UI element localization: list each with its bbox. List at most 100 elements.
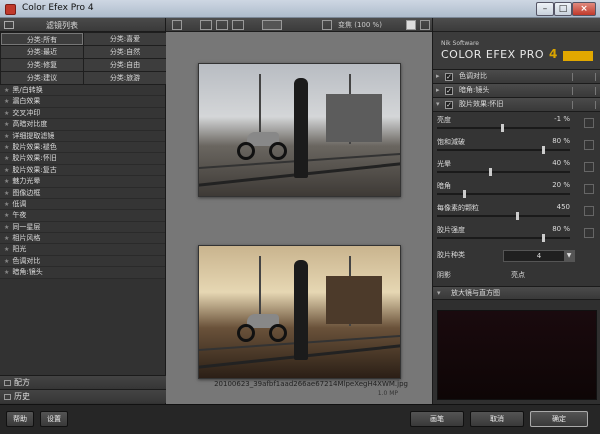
ok-button[interactable]: 确定: [530, 411, 588, 427]
close-button[interactable]: ×: [572, 2, 596, 16]
star-icon[interactable]: ★: [4, 98, 9, 105]
single-view-icon[interactable]: [200, 20, 212, 30]
preview-image-after[interactable]: [198, 245, 401, 379]
category-travel[interactable]: 分类:旅游: [84, 72, 166, 84]
control-point-icon[interactable]: [584, 162, 594, 172]
category-recent[interactable]: 分类:最近: [1, 46, 83, 58]
recipes-section[interactable]: 配方: [0, 375, 166, 389]
list-item[interactable]: ★ 低调: [0, 198, 165, 211]
star-icon[interactable]: ★: [4, 167, 9, 174]
expand-arrow-icon[interactable]: ▸: [436, 70, 440, 83]
star-icon[interactable]: ★: [4, 269, 9, 276]
star-icon[interactable]: ★: [4, 178, 9, 185]
list-item[interactable]: ★ 暗角:镜头: [0, 267, 165, 279]
film-type-select[interactable]: 4 ▼: [503, 250, 575, 262]
star-icon[interactable]: ★: [4, 224, 9, 231]
slider-track[interactable]: [437, 237, 570, 239]
zoom-icon[interactable]: [322, 20, 332, 30]
category-nature[interactable]: 分类:自然: [84, 46, 166, 58]
filter-tools-icon[interactable]: [572, 101, 596, 109]
star-icon[interactable]: ★: [4, 201, 9, 208]
filter-enable-checkbox[interactable]: ✓: [445, 73, 453, 81]
filter-enable-checkbox[interactable]: ✓: [445, 101, 453, 109]
settings-button[interactable]: 设置: [40, 411, 68, 427]
star-icon[interactable]: ★: [4, 133, 9, 140]
help-button[interactable]: 帮助: [6, 411, 34, 427]
loupe-histogram-header[interactable]: ▾ 放大镜与直方图: [433, 286, 600, 300]
category-free[interactable]: 分类:自由: [84, 59, 166, 71]
brush-button[interactable]: 画笔: [410, 411, 464, 427]
slider-track[interactable]: [437, 215, 570, 217]
loupe-icon[interactable]: [406, 20, 416, 30]
category-repair[interactable]: 分类:修复: [1, 59, 83, 71]
star-icon[interactable]: ★: [4, 110, 9, 117]
control-point-icon[interactable]: [584, 206, 594, 216]
star-icon[interactable]: ★: [4, 144, 9, 151]
category-suggested[interactable]: 分类:建议: [1, 72, 83, 84]
list-item[interactable]: ★ 魅力光晕: [0, 176, 165, 188]
control-point-icon[interactable]: [584, 228, 594, 238]
loupe-view[interactable]: [437, 310, 597, 400]
list-item[interactable]: ★ 黑/白转换: [0, 85, 165, 97]
filter-tools-icon[interactable]: [572, 87, 596, 95]
cancel-button[interactable]: 取消: [470, 411, 524, 427]
star-icon[interactable]: ★: [4, 246, 9, 253]
list-item[interactable]: ★ 阳光: [0, 244, 165, 256]
fullscreen-icon[interactable]: [420, 20, 430, 30]
list-item[interactable]: ★ 午夜: [0, 210, 165, 222]
star-icon[interactable]: ★: [4, 212, 9, 219]
list-item[interactable]: ★ 色调对比: [0, 255, 165, 268]
filter-header-tonal-contrast[interactable]: ▸ ✓ 色调对比: [433, 70, 600, 84]
preview-toolbar: 变焦 (100 %): [166, 18, 432, 32]
filter-tools-icon[interactable]: [572, 73, 596, 81]
list-item[interactable]: ★ 同一星层: [0, 221, 165, 234]
preview-image-before[interactable]: [198, 63, 401, 197]
control-point-icon[interactable]: [584, 184, 594, 194]
compare-icon[interactable]: [172, 20, 182, 30]
list-item[interactable]: ★ 胶片效果:复古: [0, 164, 165, 177]
maximize-button[interactable]: □: [554, 2, 572, 16]
collapse-arrow-icon[interactable]: ▾: [436, 98, 440, 111]
control-point-icon[interactable]: [584, 118, 594, 128]
zoom-dropdown[interactable]: 变焦 (100 %): [338, 20, 382, 30]
slider-thumb[interactable]: [542, 146, 546, 154]
control-point-icon[interactable]: [584, 140, 594, 150]
right-toolbar: [433, 18, 600, 32]
slider-thumb[interactable]: [462, 190, 466, 198]
star-icon[interactable]: ★: [4, 121, 9, 128]
list-item[interactable]: ★ 胶片效果:怀旧: [0, 153, 165, 165]
collapse-arrow-icon[interactable]: ▾: [437, 287, 441, 300]
category-favorites[interactable]: 分类:喜爱: [84, 33, 166, 45]
star-icon[interactable]: ★: [4, 190, 9, 197]
slider-thumb[interactable]: [489, 168, 493, 176]
list-item[interactable]: ★ 相片风格: [0, 233, 165, 245]
category-all[interactable]: 分类:所有: [1, 33, 83, 45]
list-item[interactable]: ★ 漏白效果: [0, 96, 165, 108]
slider-track[interactable]: [437, 171, 570, 173]
list-item[interactable]: ★ 图像边框: [0, 187, 165, 199]
slider-thumb[interactable]: [542, 234, 546, 242]
list-item[interactable]: ★ 交叉冲印: [0, 107, 165, 120]
filter-enable-checkbox[interactable]: ✓: [445, 87, 453, 95]
background-toggle[interactable]: [262, 20, 282, 30]
side-by-side-icon[interactable]: [232, 20, 244, 30]
star-icon[interactable]: ★: [4, 258, 9, 265]
minimize-button[interactable]: –: [536, 2, 554, 16]
split-view-icon[interactable]: [216, 20, 228, 30]
list-item[interactable]: ★ 高暗对比度: [0, 119, 165, 131]
filter-params: 亮度 -1 % 饱和減破 80 % 光晕 40 % 暗角 20 % 每像素的颗粒…: [433, 112, 600, 286]
list-item[interactable]: ★ 胶片效果:褪色: [0, 141, 165, 154]
star-icon[interactable]: ★: [4, 87, 9, 94]
history-section[interactable]: 历史: [0, 389, 166, 403]
star-icon[interactable]: ★: [4, 155, 9, 162]
list-toggle-icon[interactable]: [4, 21, 14, 29]
list-item[interactable]: ★ 详细提取滤镜: [0, 130, 165, 142]
slider-thumb[interactable]: [515, 212, 519, 220]
expand-arrow-icon[interactable]: ▸: [436, 84, 440, 97]
filter-header-film-nostalgic[interactable]: ▾ ✓ 胶片效果:怀旧: [433, 98, 600, 112]
slider-track[interactable]: [437, 149, 570, 151]
star-icon[interactable]: ★: [4, 235, 9, 242]
filter-header-vignette-lens[interactable]: ▸ ✓ 暗角:镜头: [433, 84, 600, 98]
slider-thumb[interactable]: [501, 124, 505, 132]
slider-track[interactable]: [437, 193, 570, 195]
